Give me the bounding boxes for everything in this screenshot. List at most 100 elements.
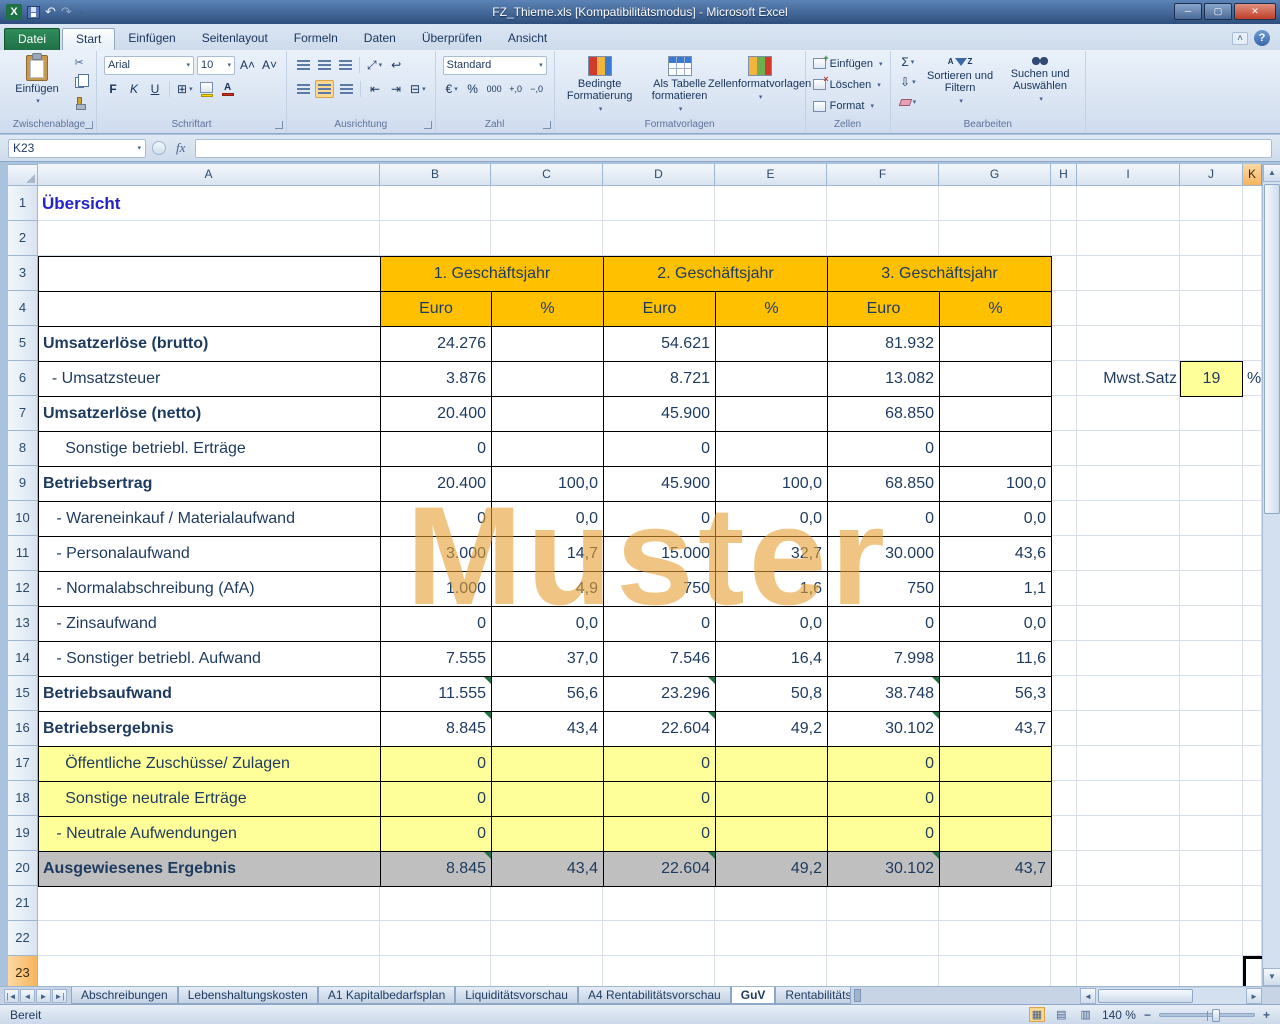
number-dialog-launcher[interactable] [543,121,551,129]
alignment-dialog-launcher[interactable] [424,121,432,129]
unit-header-euro-3[interactable]: Euro [828,292,940,327]
cell-D18[interactable]: 0 [604,782,716,817]
fill-button[interactable]: ⇩▾ [898,73,919,91]
next-sheet-button[interactable]: ► [36,989,51,1003]
cell-G17[interactable] [940,747,1052,782]
cell-A4[interactable] [39,292,381,327]
cell-G15[interactable]: 56,3 [940,677,1052,712]
cell-D14[interactable]: 7.546 [604,642,716,677]
help-button[interactable]: ? [1254,30,1270,46]
percent-style-button[interactable]: % [464,80,482,98]
cell-D7[interactable]: 45.900 [604,397,716,432]
copy-button[interactable] [69,73,89,91]
sheet-tab-abschreibungen[interactable]: Abschreibungen [71,987,178,1004]
formula-bar-options-button[interactable] [152,141,166,155]
accounting-format-button[interactable]: €▾ [443,80,461,98]
cell-E19[interactable] [716,817,828,852]
ribbon-tab-datei[interactable]: Datei [4,28,60,50]
horizontal-scrollbar[interactable]: ◄ ► [1080,987,1262,1004]
cell-F17[interactable]: 0 [828,747,940,782]
merge-center-button[interactable]: ⊟▾ [408,80,428,98]
cell-G16[interactable]: 43,7 [940,712,1052,747]
row-header-2[interactable]: 2 [8,221,38,256]
cell-A3[interactable] [39,257,381,292]
cell-D19[interactable]: 0 [604,817,716,852]
qat-customize-button[interactable]: ▾ [77,3,83,22]
cell-E16[interactable]: 49,2 [716,712,828,747]
cell-C20[interactable]: 43,4 [492,852,604,887]
cell-E17[interactable] [716,747,828,782]
cell-F5[interactable]: 81.932 [828,327,940,362]
column-header-A[interactable]: A [38,164,380,186]
cell-D20[interactable]: 22.604 [604,852,716,887]
tab-split-handle[interactable] [854,989,861,1002]
row-label-11[interactable]: - Personalaufwand [39,537,381,572]
italic-button[interactable]: K [125,80,143,98]
increase-decimal-button[interactable]: +,0 [507,80,525,98]
cell-C15[interactable]: 56,6 [492,677,604,712]
column-header-H[interactable]: H [1051,164,1077,186]
undo-button[interactable]: ↶ [45,4,56,20]
row-header-3[interactable]: 3 [8,256,38,291]
ribbon-tab-daten[interactable]: Daten [351,28,409,50]
row-header-23[interactable]: 23 [8,956,38,986]
row-header-9[interactable]: 9 [8,466,38,501]
row-label-15[interactable]: Betriebsaufwand [39,677,381,712]
name-box[interactable]: K23▾ [8,139,146,158]
last-sheet-button[interactable]: ►| [52,989,67,1003]
column-header-K[interactable]: K [1243,164,1262,186]
sheet-grid[interactable]: Übersicht1. Geschäftsjahr2. Geschäftsjah… [38,186,1262,986]
underline-button[interactable]: U [146,80,164,98]
cell-F14[interactable]: 7.998 [828,642,940,677]
clipboard-dialog-launcher[interactable] [85,121,93,129]
comma-style-button[interactable]: 000 [485,80,504,98]
cell-C14[interactable]: 37,0 [492,642,604,677]
cell-C8[interactable] [492,432,604,467]
format-painter-button[interactable] [69,93,89,111]
borders-button[interactable]: ⊞▾ [175,80,195,98]
cell-E8[interactable] [716,432,828,467]
row-header-1[interactable]: 1 [8,186,38,221]
horizontal-scroll-thumb[interactable] [1098,989,1193,1003]
cell-C7[interactable] [492,397,604,432]
align-left-button[interactable] [294,80,312,98]
cell-F18[interactable]: 0 [828,782,940,817]
row-header-4[interactable]: 4 [8,291,38,326]
row-header-8[interactable]: 8 [8,431,38,466]
row-header-6[interactable]: 6 [8,361,38,396]
cell-styles-button[interactable]: Zellenformatvorlagen ▾ [722,53,798,116]
cell-F8[interactable]: 0 [828,432,940,467]
ribbon-tab-ansicht[interactable]: Ansicht [495,28,560,50]
row-label-14[interactable]: - Sonstiger betriebl. Aufwand [39,642,381,677]
unit-header-euro-2[interactable]: Euro [604,292,716,327]
row-label-8[interactable]: Sonstige betriebl. Erträge [39,432,381,467]
zoom-slider-thumb[interactable] [1212,1009,1220,1022]
cell-E14[interactable]: 16,4 [716,642,828,677]
vertical-scrollbar[interactable]: ▲ ▼ [1262,164,1280,986]
cell-B14[interactable]: 7.555 [381,642,492,677]
sheet-tab-a1-kapitalbedarfsplan[interactable]: A1 Kapitalbedarfsplan [318,987,455,1004]
active-cell-border[interactable] [1243,956,1262,986]
cell-F7[interactable]: 68.850 [828,397,940,432]
cell-B7[interactable]: 20.400 [381,397,492,432]
ribbon-tab-überprüfen[interactable]: Überprüfen [409,28,495,50]
year-header-2[interactable]: 2. Geschäftsjahr [604,257,828,292]
row-header-10[interactable]: 10 [8,501,38,536]
font-family-select[interactable]: Arial▾ [104,56,194,75]
cell-G14[interactable]: 11,6 [940,642,1052,677]
row-header-22[interactable]: 22 [8,921,38,956]
font-color-button[interactable]: A [219,80,237,98]
cell-B16[interactable]: 8.845 [381,712,492,747]
align-center-button[interactable] [315,80,334,98]
cell-D15[interactable]: 23.296 [604,677,716,712]
cell-B15[interactable]: 11.555 [381,677,492,712]
unit-header-pct-1[interactable]: % [492,292,604,327]
row-header-15[interactable]: 15 [8,676,38,711]
row-label-10[interactable]: - Wareneinkauf / Materialaufwand [39,502,381,537]
wrap-text-button[interactable]: ↩ [387,56,405,74]
page-layout-view-button[interactable]: ▤ [1053,1007,1069,1022]
cell-B8[interactable]: 0 [381,432,492,467]
number-format-select[interactable]: Standard▾ [443,56,547,75]
paste-button[interactable]: Einfügen ▾ [9,53,65,111]
cell-G11[interactable]: 43,6 [940,537,1052,572]
